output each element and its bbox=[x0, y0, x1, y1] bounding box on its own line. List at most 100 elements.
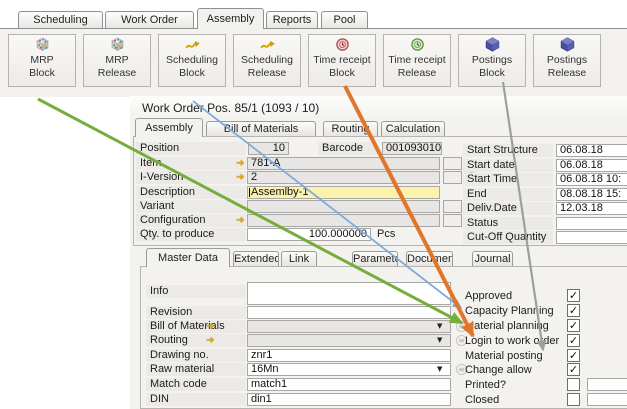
description-label: Description bbox=[136, 186, 246, 199]
status-label: Status bbox=[463, 217, 553, 230]
tab-wo-assembly[interactable]: Assembly bbox=[135, 118, 203, 137]
closed-label: Closed bbox=[465, 394, 565, 407]
tab-work-order[interactable]: Work Order bbox=[105, 11, 194, 28]
material-posting-label: Material posting bbox=[465, 350, 565, 363]
change-allow-label: Change allow bbox=[465, 364, 565, 377]
button-label: Scheduling bbox=[159, 54, 225, 67]
start-structure-field[interactable]: 06.08.18 bbox=[556, 144, 627, 157]
end-field[interactable]: 08.08.18 15: bbox=[556, 188, 627, 201]
capacity-planning-checkbox[interactable]: ✓ bbox=[567, 304, 580, 317]
button-sublabel: Release bbox=[234, 67, 300, 80]
bill-of-materials-label: Bill of Materials bbox=[146, 320, 246, 333]
info-label: Info bbox=[146, 285, 246, 298]
text-cursor bbox=[249, 188, 250, 197]
material-posting-checkbox[interactable]: ✓ bbox=[567, 349, 580, 362]
configuration-field[interactable] bbox=[247, 214, 440, 227]
start-date-label: Start date bbox=[463, 159, 553, 172]
tab-assembly[interactable]: Assembly bbox=[197, 8, 264, 29]
postings-block-button[interactable]: Postings Block bbox=[458, 34, 526, 87]
position-field[interactable]: 10 bbox=[248, 142, 289, 155]
revision-label: Revision bbox=[146, 306, 246, 319]
closed-checkbox[interactable] bbox=[567, 393, 580, 406]
material-planning-checkbox[interactable]: ✓ bbox=[567, 319, 580, 332]
bill-of-materials-combo[interactable] bbox=[247, 320, 451, 333]
approved-checkbox[interactable]: ✓ bbox=[567, 289, 580, 302]
link-arrow-icon[interactable]: ➜ bbox=[236, 214, 247, 227]
link-arrow-icon[interactable]: ➜ bbox=[206, 334, 217, 347]
position-label: Position bbox=[136, 142, 246, 155]
routing-combo[interactable] bbox=[247, 334, 451, 347]
tab-master-data[interactable]: Master Data bbox=[146, 248, 230, 267]
button-label: Scheduling bbox=[234, 54, 300, 67]
tab-link[interactable]: Link bbox=[281, 251, 317, 266]
din-field[interactable]: din1 bbox=[247, 393, 451, 406]
button-sublabel: Block bbox=[459, 67, 525, 80]
tab-scheduling[interactable]: Scheduling bbox=[18, 11, 103, 28]
din-label: DIN bbox=[146, 393, 246, 406]
tab-wo-calculation[interactable]: Calculation bbox=[381, 121, 445, 136]
configuration-extra-field[interactable] bbox=[443, 214, 462, 227]
postings-release-button[interactable]: Postings Release bbox=[533, 34, 601, 87]
mrp-release-button[interactable]: MRP Release bbox=[83, 34, 151, 87]
cut-off-quantity-label: Cut-Off Quantity bbox=[463, 231, 553, 244]
variant-label: Variant bbox=[136, 200, 246, 213]
tab-wo-routing[interactable]: Routing bbox=[323, 121, 378, 136]
login-to-work-order-checkbox[interactable]: ✓ bbox=[567, 334, 580, 347]
closed-extra-field[interactable] bbox=[587, 393, 627, 406]
time-receipt-block-button[interactable]: Time receipt Block bbox=[308, 34, 376, 87]
start-structure-label: Start Structure bbox=[463, 144, 553, 157]
tab-extended[interactable]: Extended bbox=[233, 251, 279, 266]
cut-off-quantity-field[interactable] bbox=[556, 231, 627, 244]
scheduling-release-button[interactable]: Scheduling Release bbox=[233, 34, 301, 87]
button-sublabel: Release bbox=[534, 67, 600, 80]
match-code-field[interactable]: match1 bbox=[247, 378, 451, 391]
info-textarea[interactable] bbox=[247, 282, 451, 305]
page-title: Work Order Pos. 85/1 (1093 / 10) bbox=[142, 101, 319, 115]
tab-documents[interactable]: Documents bbox=[406, 251, 453, 266]
tab-wo-bill-of-materials[interactable]: Bill of Materials bbox=[206, 121, 316, 136]
tab-reports[interactable]: Reports bbox=[266, 11, 318, 28]
postings-cube-icon bbox=[534, 35, 600, 54]
start-time-field[interactable]: 06.08.18 10: bbox=[556, 173, 627, 186]
item-field[interactable]: 781-A bbox=[247, 157, 440, 170]
button-label: Postings bbox=[534, 54, 600, 67]
button-label: MRP bbox=[84, 54, 150, 67]
button-sublabel: Release bbox=[384, 67, 450, 80]
raw-material-combo[interactable]: 16Mn bbox=[247, 363, 451, 376]
start-date-field[interactable]: 06.08.18 bbox=[556, 159, 627, 172]
toolbar: MRP Block MRP Release Scheduling Block S… bbox=[0, 28, 627, 97]
i-version-extra-field[interactable] bbox=[443, 171, 462, 184]
change-allow-checkbox[interactable]: ✓ bbox=[567, 363, 580, 376]
tab-parameter[interactable]: Parameter bbox=[352, 251, 398, 266]
tab-journal[interactable]: Journal bbox=[472, 251, 513, 266]
link-arrow-icon[interactable]: ➜ bbox=[236, 171, 247, 184]
chevron-down-icon[interactable]: ▼ bbox=[437, 337, 442, 344]
time-receipt-release-button[interactable]: Time receipt Release bbox=[383, 34, 451, 87]
revision-field[interactable] bbox=[247, 306, 451, 319]
printed-checkbox[interactable] bbox=[567, 378, 580, 391]
mrp-block-button[interactable]: MRP Block bbox=[8, 34, 76, 87]
start-time-label: Start Time bbox=[463, 173, 553, 186]
work-order-app-window: Scheduling Work Order Assembly Reports P… bbox=[0, 0, 627, 409]
link-arrow-icon[interactable]: ➜ bbox=[236, 157, 247, 170]
tab-pool[interactable]: Pool bbox=[321, 11, 368, 28]
printed-extra-field[interactable] bbox=[587, 378, 627, 391]
button-label: MRP bbox=[9, 54, 75, 67]
scheduling-block-button[interactable]: Scheduling Block bbox=[158, 34, 226, 87]
item-extra-field[interactable] bbox=[443, 157, 462, 170]
qty-to-produce-field[interactable]: 100.000000 bbox=[247, 228, 371, 241]
link-arrow-icon[interactable]: ➜ bbox=[206, 320, 217, 333]
chevron-down-icon[interactable]: ▼ bbox=[437, 323, 442, 330]
barcode-field[interactable]: 001093010 bbox=[382, 142, 442, 155]
variant-field[interactable] bbox=[247, 200, 440, 213]
drawing-no-field[interactable]: znr1 bbox=[247, 349, 451, 362]
button-label: Time receipt bbox=[309, 54, 375, 67]
match-code-label: Match code bbox=[146, 378, 246, 391]
variant-extra-field[interactable] bbox=[443, 200, 462, 213]
i-version-field[interactable]: 2 bbox=[247, 171, 440, 184]
chevron-down-icon[interactable]: ▼ bbox=[437, 366, 442, 373]
status-field[interactable] bbox=[556, 217, 627, 230]
description-field[interactable]: Assemlby-1 bbox=[247, 186, 440, 199]
time-receipt-release-icon bbox=[384, 35, 450, 54]
deliv-date-field[interactable]: 12.03.18 bbox=[556, 202, 627, 215]
